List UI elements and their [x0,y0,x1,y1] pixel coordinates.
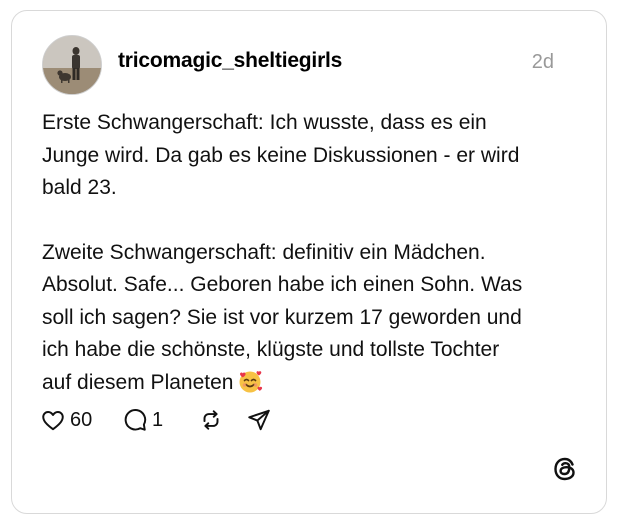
send-icon [248,409,270,431]
username[interactable]: tricomagic_sheltiegirls [118,49,342,73]
paragraph-1: Erste Schwangerschaft: Ich wusste, dass … [42,111,520,199]
comment-icon [124,409,147,431]
repost-icon [203,410,219,430]
post-body: Erste Schwangerschaft: Ich wusste, dass … [42,107,582,404]
like-count: 60 [70,408,93,431]
paragraph-2-text: Zweite Schwangerschaft: definitiv ein Mä… [42,240,523,394]
avatar-photo [43,36,101,94]
avatar[interactable] [42,35,102,95]
smiling-face-with-hearts-icon [237,368,263,405]
reply-button[interactable]: 1 [122,407,163,433]
threads-logo-icon [550,454,580,489]
reply-count: 1 [152,408,164,431]
post-card[interactable]: tricomagic_sheltiegirls 2d Erste Schwang… [11,10,607,514]
post-time: 2d [531,51,554,73]
heart-icon [42,411,64,431]
paragraph-2: Zweite Schwangerschaft: definitiv ein Mä… [42,237,582,405]
repost-button[interactable] [198,407,224,433]
like-button[interactable]: 60 [40,407,92,433]
share-button[interactable] [246,407,272,433]
